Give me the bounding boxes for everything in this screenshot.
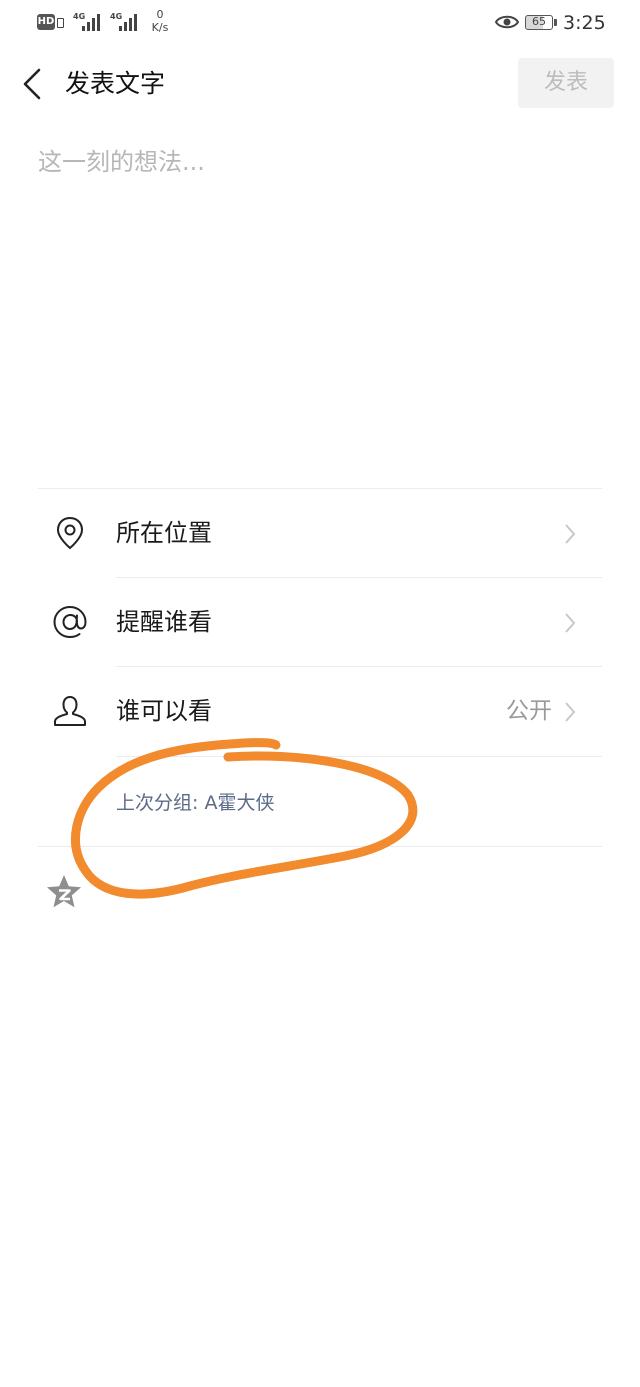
chevron-left-icon: [23, 68, 41, 100]
page-title: 发表文字: [65, 69, 166, 98]
post-text-input[interactable]: [38, 140, 602, 440]
network-speed-value: 0: [156, 8, 164, 21]
person-icon: [54, 696, 86, 726]
last-group-link[interactable]: 上次分组: A霍大侠: [116, 787, 274, 819]
option-row-mention[interactable]: 提醒谁看: [38, 578, 602, 666]
signal-strength-icon-1: [82, 13, 104, 31]
eye-icon: [495, 15, 519, 29]
mention-label: 提醒谁看: [116, 608, 212, 636]
back-button[interactable]: [14, 64, 54, 104]
options-bottom-divider: [38, 846, 602, 847]
option-row-location[interactable]: 所在位置: [38, 489, 602, 577]
battery-level: 65: [525, 15, 553, 30]
publish-button[interactable]: 发表: [518, 58, 614, 108]
location-label: 所在位置: [116, 519, 212, 547]
network-speed: 0 K/s: [148, 8, 172, 34]
signal-strength-icon-2: [119, 13, 141, 31]
sim-icon: [57, 18, 64, 28]
option-row-visibility[interactable]: 谁可以看 公开: [38, 667, 602, 755]
chevron-right-icon: [565, 702, 576, 722]
network-speed-unit: K/s: [151, 21, 169, 34]
visibility-label: 谁可以看: [116, 697, 212, 725]
status-bar: HD 4G 4G 0 K/s 65 3:25: [0, 0, 640, 46]
chevron-right-icon: [565, 524, 576, 544]
qzone-star-icon[interactable]: [44, 872, 84, 912]
battery-tip: [554, 19, 557, 26]
hd-badge: HD: [37, 14, 55, 30]
row-divider: [116, 756, 602, 757]
location-pin-icon: [56, 516, 84, 550]
at-sign-icon: [53, 605, 87, 639]
status-time: 3:25: [563, 12, 606, 34]
visibility-value: 公开: [506, 698, 552, 724]
chevron-right-icon: [565, 613, 576, 633]
